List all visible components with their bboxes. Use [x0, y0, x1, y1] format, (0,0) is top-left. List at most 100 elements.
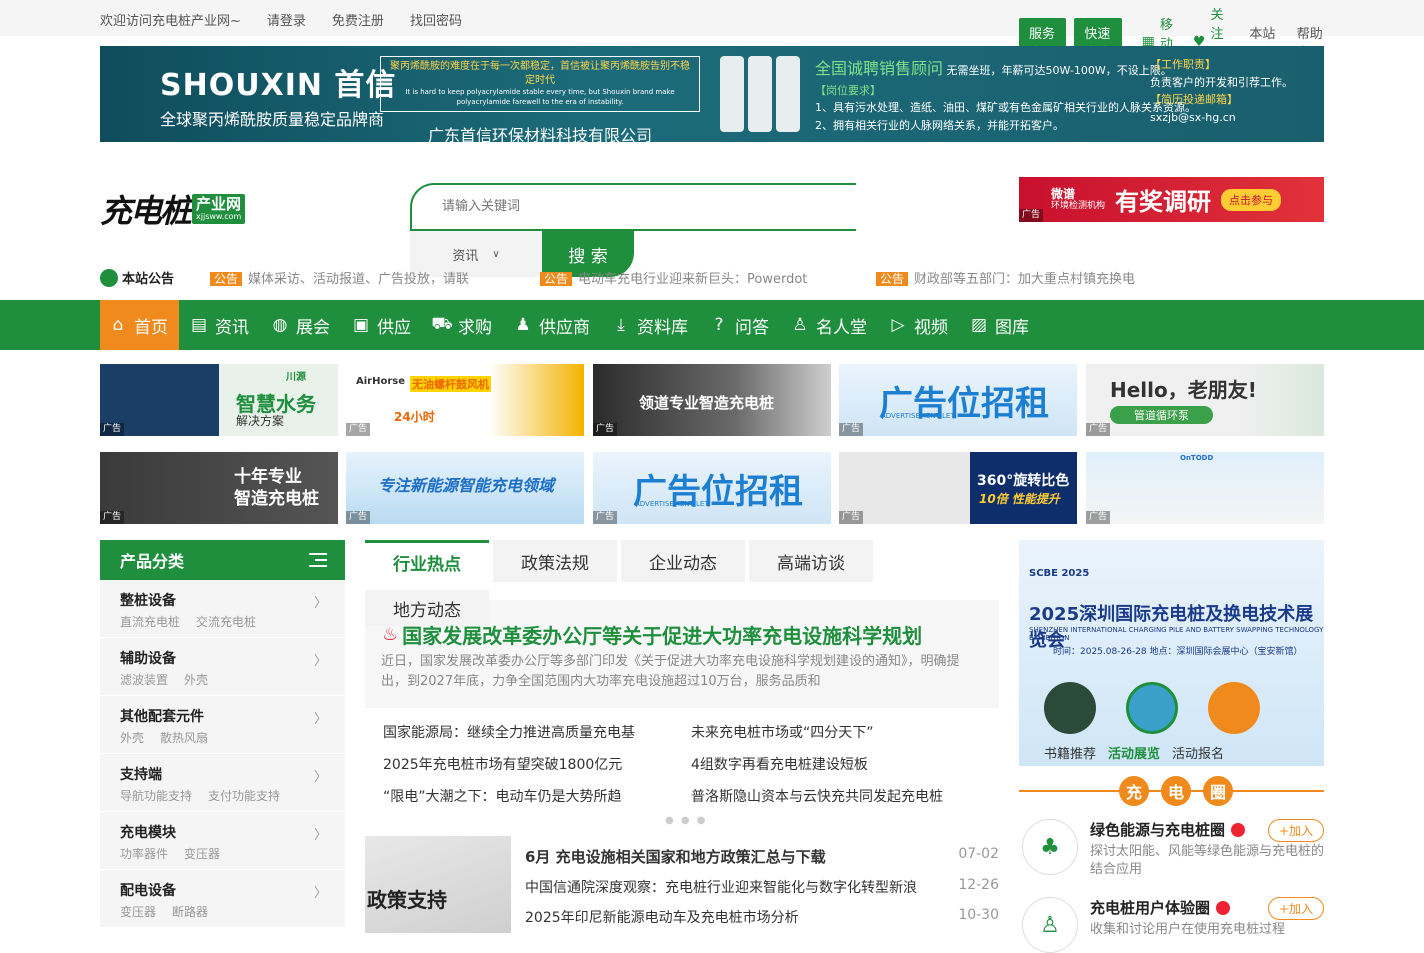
- subcategory-link[interactable]: 变压器: [184, 845, 220, 862]
- category-item[interactable]: 其他配套元件 外壳 散热风扇 〉: [100, 696, 345, 754]
- news-date: 10-30: [958, 907, 999, 923]
- ad-for-rent-2[interactable]: 广告位招租 ADVERTISEMENT LET 广告: [593, 452, 831, 524]
- expo-banner[interactable]: SCBE 2025 2025深圳国际充电桩及换电技术展览会 SHENZHEN I…: [1019, 540, 1324, 766]
- banner-company: 广东首信环保材料科技有限公司: [427, 125, 652, 142]
- subcategory-link[interactable]: 外壳: [184, 671, 208, 688]
- chevron-right-icon: 〉: [313, 770, 327, 785]
- subcategory-link[interactable]: 断路器: [172, 903, 208, 920]
- nav-label: 资料库: [637, 317, 688, 338]
- subcategory-link[interactable]: 散热风扇: [160, 729, 208, 746]
- category-item[interactable]: 配电设备 变压器 断路器 〉: [100, 870, 345, 928]
- nav-label: 资讯: [215, 317, 249, 338]
- subcategory-link[interactable]: 变压器: [120, 903, 156, 920]
- hot-news-title[interactable]: ♨ 国家发展改革委办公厅等关于促进大功率充电设施科学规划: [382, 620, 922, 649]
- news-link[interactable]: 普洛斯隐山资本与云快充共同发起充电桩: [691, 786, 999, 818]
- ad-smart-water[interactable]: 川源 智慧水务 解决方案 广告: [100, 364, 338, 436]
- nav-home[interactable]: ⌂ 首页: [100, 300, 179, 350]
- ad-blower[interactable]: AirHorse 无油螺杆鼓风机 24小时 广告: [346, 364, 584, 436]
- ad-sub: 解决方案: [236, 414, 285, 428]
- subcategory-link[interactable]: 外壳: [120, 729, 144, 746]
- ad-tag: 广告: [593, 511, 618, 524]
- ad-ontodd[interactable]: OnTODD 广告: [1086, 452, 1324, 524]
- news-link[interactable]: “限电”大潮之下：电动车仍是大势所趋: [383, 786, 691, 818]
- expo-label[interactable]: 活动报名: [1172, 743, 1224, 762]
- nav-news[interactable]: ▤ 资讯: [179, 300, 260, 350]
- book-icon[interactable]: [1044, 682, 1096, 734]
- nav-hall-of-fame[interactable]: ♙ 名人堂: [780, 300, 878, 350]
- news-row[interactable]: 6月 充电设施相关国家和地方政策汇总与下载 07-02: [525, 846, 999, 867]
- subcategory-link[interactable]: 支付功能支持: [208, 787, 280, 804]
- news-link[interactable]: 4组数字再看充电桩建设短板: [691, 754, 999, 786]
- user-icon: ♙: [1022, 897, 1078, 953]
- news-link[interactable]: 未来充电桩市场或“四分天下”: [691, 722, 999, 754]
- signup-icon[interactable]: [1208, 682, 1260, 734]
- site-logo[interactable]: 充电桩 产业网 xjjsww.com: [100, 186, 246, 232]
- exhibition-icon[interactable]: [1126, 682, 1178, 734]
- carousel-dots[interactable]: ● ● ●: [665, 815, 708, 826]
- expo-label[interactable]: 活动展览: [1108, 743, 1160, 762]
- nav-gallery[interactable]: ▨ 图库: [959, 300, 1040, 350]
- search-category-value: 资讯: [452, 248, 479, 264]
- notice-item[interactable]: 公告 媒体采访、活动报道、广告投放，请联: [210, 268, 469, 287]
- notice-item[interactable]: 公告 财政部等五部门：加大重点村镇充换电: [876, 268, 1135, 287]
- nav-label: 求购: [458, 317, 492, 338]
- nav-library[interactable]: ⤓ 资料库: [601, 300, 699, 350]
- register-link[interactable]: 免费注册: [332, 10, 384, 29]
- tab-company[interactable]: 企业动态: [621, 540, 745, 582]
- nav-exhibition[interactable]: ◍ 展会: [260, 300, 341, 350]
- nav-label: 供应: [377, 317, 411, 338]
- news-row[interactable]: 中国信通院深度观察：充电桩行业迎来智能化与数字化转型新浪 12-26: [525, 877, 999, 897]
- survey-ad[interactable]: 微谱 环境检测机构 有奖调研 点击参与 广告: [1019, 177, 1324, 222]
- nav-supplier[interactable]: ♟ 供应商: [503, 300, 601, 350]
- ad-ten-year[interactable]: 十年专业 智造充电桩 广告: [100, 452, 338, 524]
- subcategory-link[interactable]: 直流充电桩: [120, 613, 180, 630]
- shouxin-banner-ad[interactable]: SHOUXIN 首信 全球聚丙烯酰胺质量稳定品牌商 聚丙烯酰胺的难度在于每一次都…: [100, 46, 1324, 142]
- join-button[interactable]: +加入: [1267, 897, 1324, 920]
- document-icon: ▤: [190, 315, 208, 335]
- tab-interview[interactable]: 高端访谈: [749, 540, 873, 582]
- logo-badge-text: 产业网: [196, 195, 242, 214]
- nav-qa[interactable]: ? 问答: [699, 300, 780, 350]
- join-button[interactable]: +加入: [1267, 819, 1324, 842]
- category-item[interactable]: 支持端 导航功能支持 支付功能支持 〉: [100, 754, 345, 812]
- login-link[interactable]: 请登录: [267, 10, 306, 29]
- category-item[interactable]: 辅助设备 滤波装置 外壳 〉: [100, 638, 345, 696]
- ad-new-energy[interactable]: 专注新能源智能充电领域 广告: [346, 452, 584, 524]
- hot-badge-icon: [1231, 822, 1246, 837]
- ad-tag: 广告: [1086, 423, 1111, 436]
- ad-for-rent[interactable]: 广告位招租 ADVERTISEMENT LET 广告: [839, 364, 1077, 436]
- ad-charger-maker[interactable]: 领道专业智造充电桩 广告: [593, 364, 831, 436]
- nav-buy[interactable]: ⛟ 求购: [422, 300, 503, 350]
- ad-colorimeter[interactable]: 360°旋转比色 10倍 性能提升 广告: [839, 452, 1077, 524]
- news-row[interactable]: 2025年印尼新能源电动车及充电桩市场分析 10-30: [525, 907, 999, 927]
- news-link[interactable]: 国家能源局：继续全力推进高质量充电基: [383, 722, 691, 754]
- tab-industry-hot[interactable]: 行业热点: [365, 540, 489, 582]
- chevron-right-icon: 〉: [313, 596, 327, 611]
- subcategory-link[interactable]: 滤波装置: [120, 671, 168, 688]
- subcategory-link[interactable]: 交流充电桩: [196, 613, 256, 630]
- menu-icon[interactable]: [309, 553, 327, 571]
- product-bags-image: [720, 56, 800, 132]
- nav-video[interactable]: ▷ 视频: [878, 300, 959, 350]
- ad-tag: 广告: [1086, 511, 1111, 524]
- recover-password-link[interactable]: 找回密码: [410, 10, 462, 29]
- subcategory-link[interactable]: 功率器件: [120, 845, 168, 862]
- sidebar-header: 产品分类: [100, 540, 345, 580]
- news-link[interactable]: 2025年充电桩市场有望突破1800亿元: [383, 754, 691, 786]
- mail-text: sxzjb@sx-hg.cn: [1150, 110, 1236, 124]
- nav-supply[interactable]: ▣ 供应: [341, 300, 422, 350]
- ad-pump[interactable]: Hello，老朋友! 管道循环泵 广告: [1086, 364, 1324, 436]
- job-req-title: 【岗位要求】: [815, 83, 881, 97]
- category-item[interactable]: 整桩设备直流充电桩 交流充电桩 〉: [100, 580, 345, 638]
- policy-image[interactable]: 政策支持: [365, 836, 511, 933]
- news-title: 中国信通院深度观察：充电桩行业迎来智能化与数字化转型新浪: [525, 880, 917, 896]
- category-name: 整桩设备: [120, 593, 176, 609]
- notice-item[interactable]: 公告 电动车充电行业迎来新巨头：Powerdot: [540, 268, 807, 287]
- category-item[interactable]: 充电模块 功率器件 变压器 〉: [100, 812, 345, 870]
- expo-label[interactable]: 书籍推荐: [1044, 743, 1096, 762]
- subcategory-link[interactable]: 导航功能支持: [120, 787, 192, 804]
- search-box: [410, 183, 856, 231]
- search-input[interactable]: [442, 199, 822, 214]
- product-category-sidebar: 产品分类 整桩设备 直流充电桩 交流充电桩〉 辅助设备 滤波装置 外壳〉 其他配套元件外…: [100, 540, 345, 928]
- tab-policy[interactable]: 政策法规: [493, 540, 617, 582]
